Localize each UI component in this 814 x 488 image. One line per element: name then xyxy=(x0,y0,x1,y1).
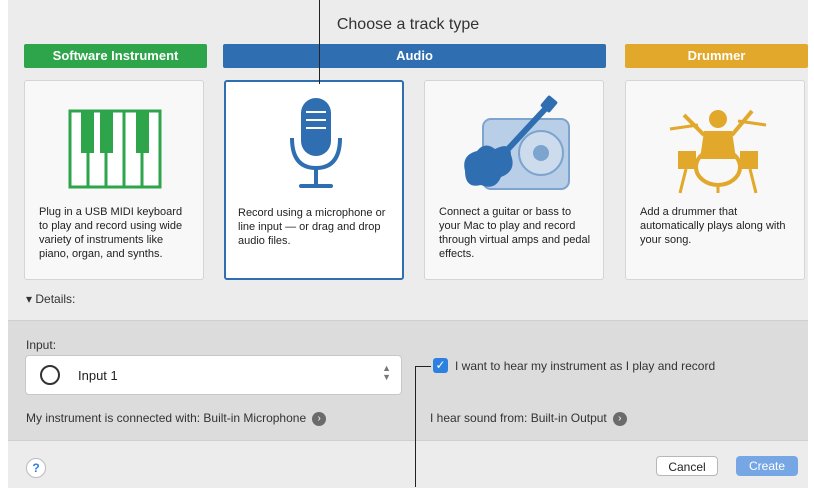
card-description: Connect a guitar or bass to your Mac to … xyxy=(439,206,591,260)
callout-line-bottom xyxy=(415,366,416,487)
category-audio[interactable]: Audio xyxy=(223,44,606,68)
details-disclosure[interactable]: ▾ Details: xyxy=(26,292,75,306)
callout-line-top xyxy=(319,0,320,84)
input-label: Input: xyxy=(26,338,57,352)
card-description: Record using a microphone or line input … xyxy=(238,207,386,247)
chevron-right-icon[interactable]: › xyxy=(612,411,627,426)
monitor-checkbox[interactable]: ✓ xyxy=(433,358,448,373)
dialog-title: Choose a track type xyxy=(336,16,480,33)
card-description: Plug in a USB MIDI keyboard to play and … xyxy=(39,206,183,260)
output-label: I hear sound from: Built-in Output xyxy=(430,411,607,425)
card-audio-microphone[interactable]: Record using a microphone or line input … xyxy=(224,80,404,280)
input-value: Input 1 xyxy=(78,368,118,383)
card-drummer[interactable]: Add a drummer that automatically plays a… xyxy=(625,80,805,280)
help-button[interactable]: ? xyxy=(26,458,46,478)
cancel-button[interactable]: Cancel xyxy=(656,456,718,476)
connected-text: My instrument is connected with: Built-i… xyxy=(26,411,327,426)
guitar-icon xyxy=(464,95,570,190)
card-software-instrument[interactable]: Plug in a USB MIDI keyboard to play and … xyxy=(24,80,204,280)
connected-label: My instrument is connected with: Built-i… xyxy=(26,411,307,425)
create-button[interactable]: Create xyxy=(736,456,798,476)
track-type-panel: Choose a track type Software Instrument … xyxy=(8,0,808,320)
output-text: I hear sound from: Built-in Output › xyxy=(430,411,627,426)
chevron-right-icon[interactable]: › xyxy=(312,411,327,426)
card-description: Add a drummer that automatically plays a… xyxy=(640,206,786,246)
input-select[interactable]: Input 1 ▲ ▼ xyxy=(25,355,402,395)
category-drummer[interactable]: Drummer xyxy=(625,44,808,68)
monitor-label: I want to hear my instrument as I play a… xyxy=(455,359,716,373)
callout-line-bottom-horizontal xyxy=(415,366,431,367)
input-circle-icon xyxy=(40,365,60,385)
drummer-icon xyxy=(669,109,767,194)
card-audio-guitar[interactable]: Connect a guitar or bass to your Mac to … xyxy=(424,80,604,280)
track-type-dialog: Choose a track type Software Instrument … xyxy=(8,0,808,488)
keyboard-icon xyxy=(68,109,162,189)
stepper-arrows-icon: ▲ ▼ xyxy=(382,363,391,382)
microphone-icon xyxy=(290,98,342,188)
category-software-instrument[interactable]: Software Instrument xyxy=(24,44,207,68)
